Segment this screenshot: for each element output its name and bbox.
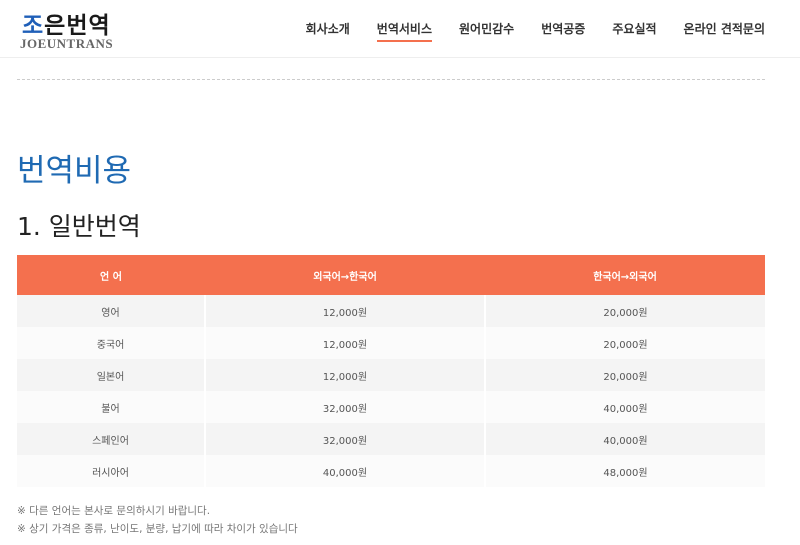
cell-to-korean: 32,000원 xyxy=(205,391,486,423)
cell-language: 불어 xyxy=(17,391,206,423)
site-header: 조은번역 JOEUNTRANS 회사소개 번역서비스 원어민감수 번역공증 주요… xyxy=(0,0,800,58)
table-row: 중국어 12,000원 20,000원 xyxy=(17,327,765,359)
nav-item-native-review[interactable]: 원어민감수 xyxy=(459,20,514,42)
site-logo[interactable]: 조은번역 JOEUNTRANS xyxy=(18,6,128,52)
header-from-korean: 한국어→외국어 xyxy=(485,255,765,295)
header-language: 언 어 xyxy=(17,255,205,295)
table-row: 일본어 12,000원 20,000원 xyxy=(17,359,765,391)
cell-to-korean: 32,000원 xyxy=(205,423,486,455)
table-row: 영어 12,000원 20,000원 xyxy=(17,295,765,327)
nav-item-notarization[interactable]: 번역공증 xyxy=(541,20,585,42)
section-title: 1. 일반번역 xyxy=(17,212,141,241)
cell-language: 일본어 xyxy=(17,359,206,391)
cell-from-korean: 20,000원 xyxy=(485,295,765,327)
logo-subtitle: JOEUNTRANS xyxy=(20,36,114,51)
note-price-variation: ※ 상기 가격은 종류, 난이도, 분량, 납기에 따라 차이가 있습니다 xyxy=(17,523,298,535)
cell-from-korean: 20,000원 xyxy=(485,327,765,359)
cell-language: 러시아어 xyxy=(17,455,206,487)
cell-from-korean: 40,000원 xyxy=(485,391,765,423)
nav-item-company[interactable]: 회사소개 xyxy=(306,20,350,42)
dashed-divider xyxy=(17,79,765,80)
logo-wordmark: 조은번역 xyxy=(22,6,111,40)
table-row: 불어 32,000원 40,000원 xyxy=(17,391,765,423)
table-row: 러시아어 40,000원 48,000원 xyxy=(17,455,765,487)
nav-item-portfolio[interactable]: 주요실적 xyxy=(612,20,656,42)
price-table: 언 어 외국어→한국어 한국어→외국어 영어 12,000원 20,000원 중… xyxy=(17,255,765,487)
cell-from-korean: 20,000원 xyxy=(485,359,765,391)
cell-to-korean: 12,000원 xyxy=(205,295,486,327)
cell-from-korean: 40,000원 xyxy=(485,423,765,455)
nav-item-translation-service[interactable]: 번역서비스 xyxy=(376,20,432,42)
logo-rest: 은번역 xyxy=(44,12,111,39)
table-header-row: 언 어 외국어→한국어 한국어→외국어 xyxy=(17,255,765,295)
cell-to-korean: 12,000원 xyxy=(205,327,486,359)
page-title: 번역비용 xyxy=(17,153,132,189)
cell-to-korean: 40,000원 xyxy=(205,455,486,487)
cell-to-korean: 12,000원 xyxy=(205,359,486,391)
note-other-languages: ※ 다른 언어는 본사로 문의하시기 바랍니다. xyxy=(17,505,211,517)
logo-first-char: 조 xyxy=(22,12,45,39)
header-to-korean: 외국어→한국어 xyxy=(205,255,485,295)
nav-item-online-quote[interactable]: 온라인 견적문의 xyxy=(684,20,765,42)
cell-language: 영어 xyxy=(17,295,206,327)
table-row: 스페인어 32,000원 40,000원 xyxy=(17,423,765,455)
main-nav: 회사소개 번역서비스 원어민감수 번역공증 주요실적 온라인 견적문의 xyxy=(306,20,765,42)
cell-language: 스페인어 xyxy=(17,423,206,455)
cell-from-korean: 48,000원 xyxy=(485,455,765,487)
cell-language: 중국어 xyxy=(17,327,206,359)
